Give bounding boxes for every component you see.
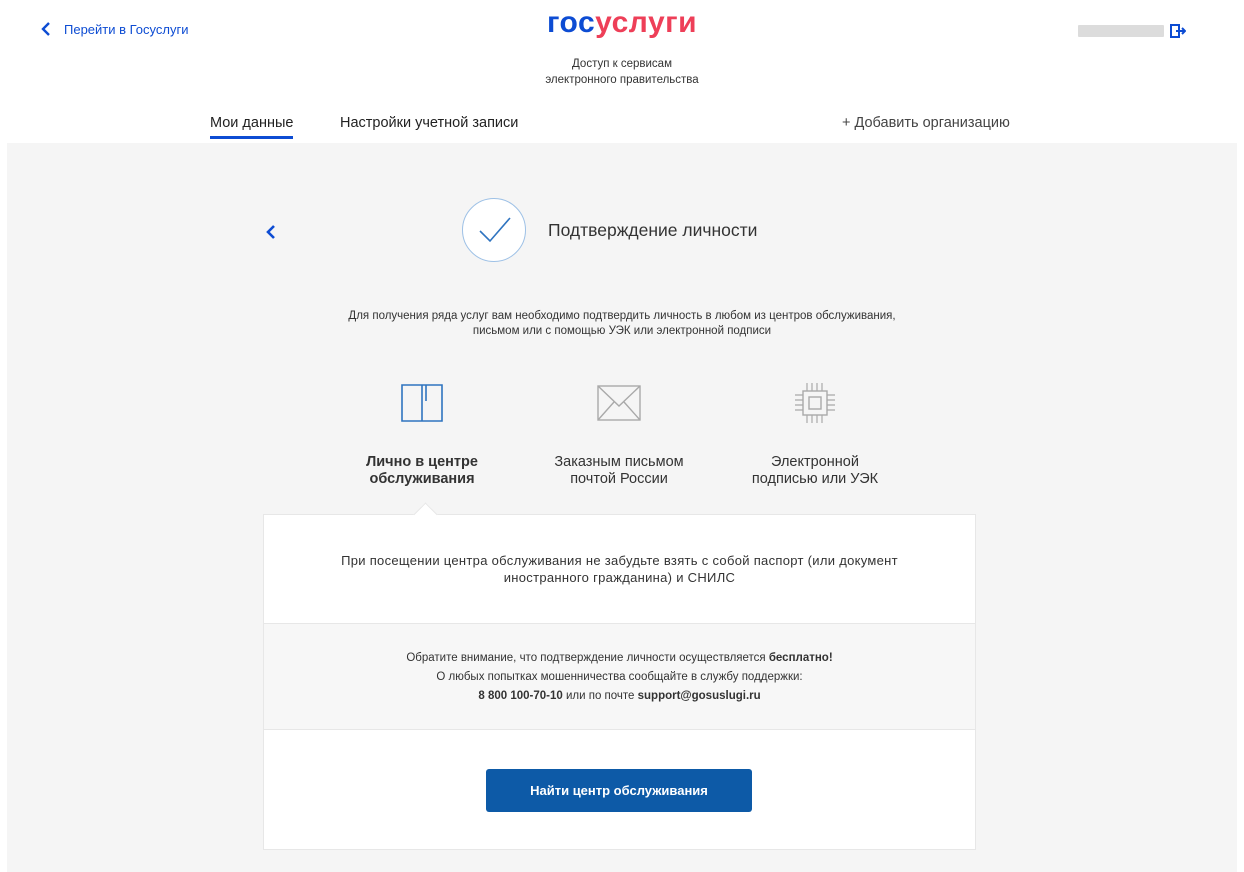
method-in-person[interactable]: Лично в центре обслуживания <box>322 380 522 488</box>
find-service-center-button[interactable]: Найти центр обслуживания <box>486 769 752 812</box>
method-label: Заказным письмом почтой России <box>554 454 684 487</box>
envelope-icon <box>597 385 641 421</box>
logout-icon[interactable] <box>1170 22 1186 40</box>
free-service-notice: Обратите внимание, что подтверждение лич… <box>264 623 975 730</box>
profile-tabs: Мои данные Настройки учетной записи + До… <box>0 112 1244 144</box>
method-e-signature[interactable]: Электронной подписью или УЭК <box>715 380 915 488</box>
main-content: Подтверждение личности Для получения ряд… <box>7 143 1237 872</box>
gosuslugi-logo[interactable]: госуслуги <box>0 6 1244 40</box>
step-status-circle <box>462 198 526 262</box>
method-label: Электронной подписью или УЭК <box>751 454 879 487</box>
tagline: Доступ к сервисам электронного правитель… <box>545 58 699 86</box>
book-icon <box>401 384 443 422</box>
method-label: Лично в центре обслуживания <box>366 454 478 487</box>
method-details-card: При посещении центра обслуживания не заб… <box>263 502 976 850</box>
step-title: Подтверждение личности <box>548 220 758 240</box>
verification-methods: Лично в центре обслуживания Заказным пис… <box>7 380 1237 515</box>
add-organization-link[interactable]: + Добавить организацию <box>842 115 1010 131</box>
step-back-chevron-icon[interactable] <box>264 223 278 241</box>
method-registered-mail[interactable]: Заказным письмом почтой России <box>519 380 719 488</box>
intro-text: Для получения ряда услуг вам необходимо … <box>348 310 896 337</box>
chip-icon <box>795 383 835 423</box>
documents-reminder: При посещении центра обслуживания не заб… <box>341 553 898 585</box>
tab-my-data[interactable]: Мои данные <box>210 115 294 139</box>
support-phone[interactable]: 8 800 100-70-10 <box>478 690 562 702</box>
support-email[interactable]: support@gosuslugi.ru <box>638 690 761 702</box>
checkmark-icon <box>479 217 511 243</box>
header: Перейти в Госуслуги госуслуги Доступ к с… <box>0 0 1244 142</box>
user-name-placeholder[interactable] <box>1078 25 1164 37</box>
tab-account-settings[interactable]: Настройки учетной записи <box>340 115 518 138</box>
